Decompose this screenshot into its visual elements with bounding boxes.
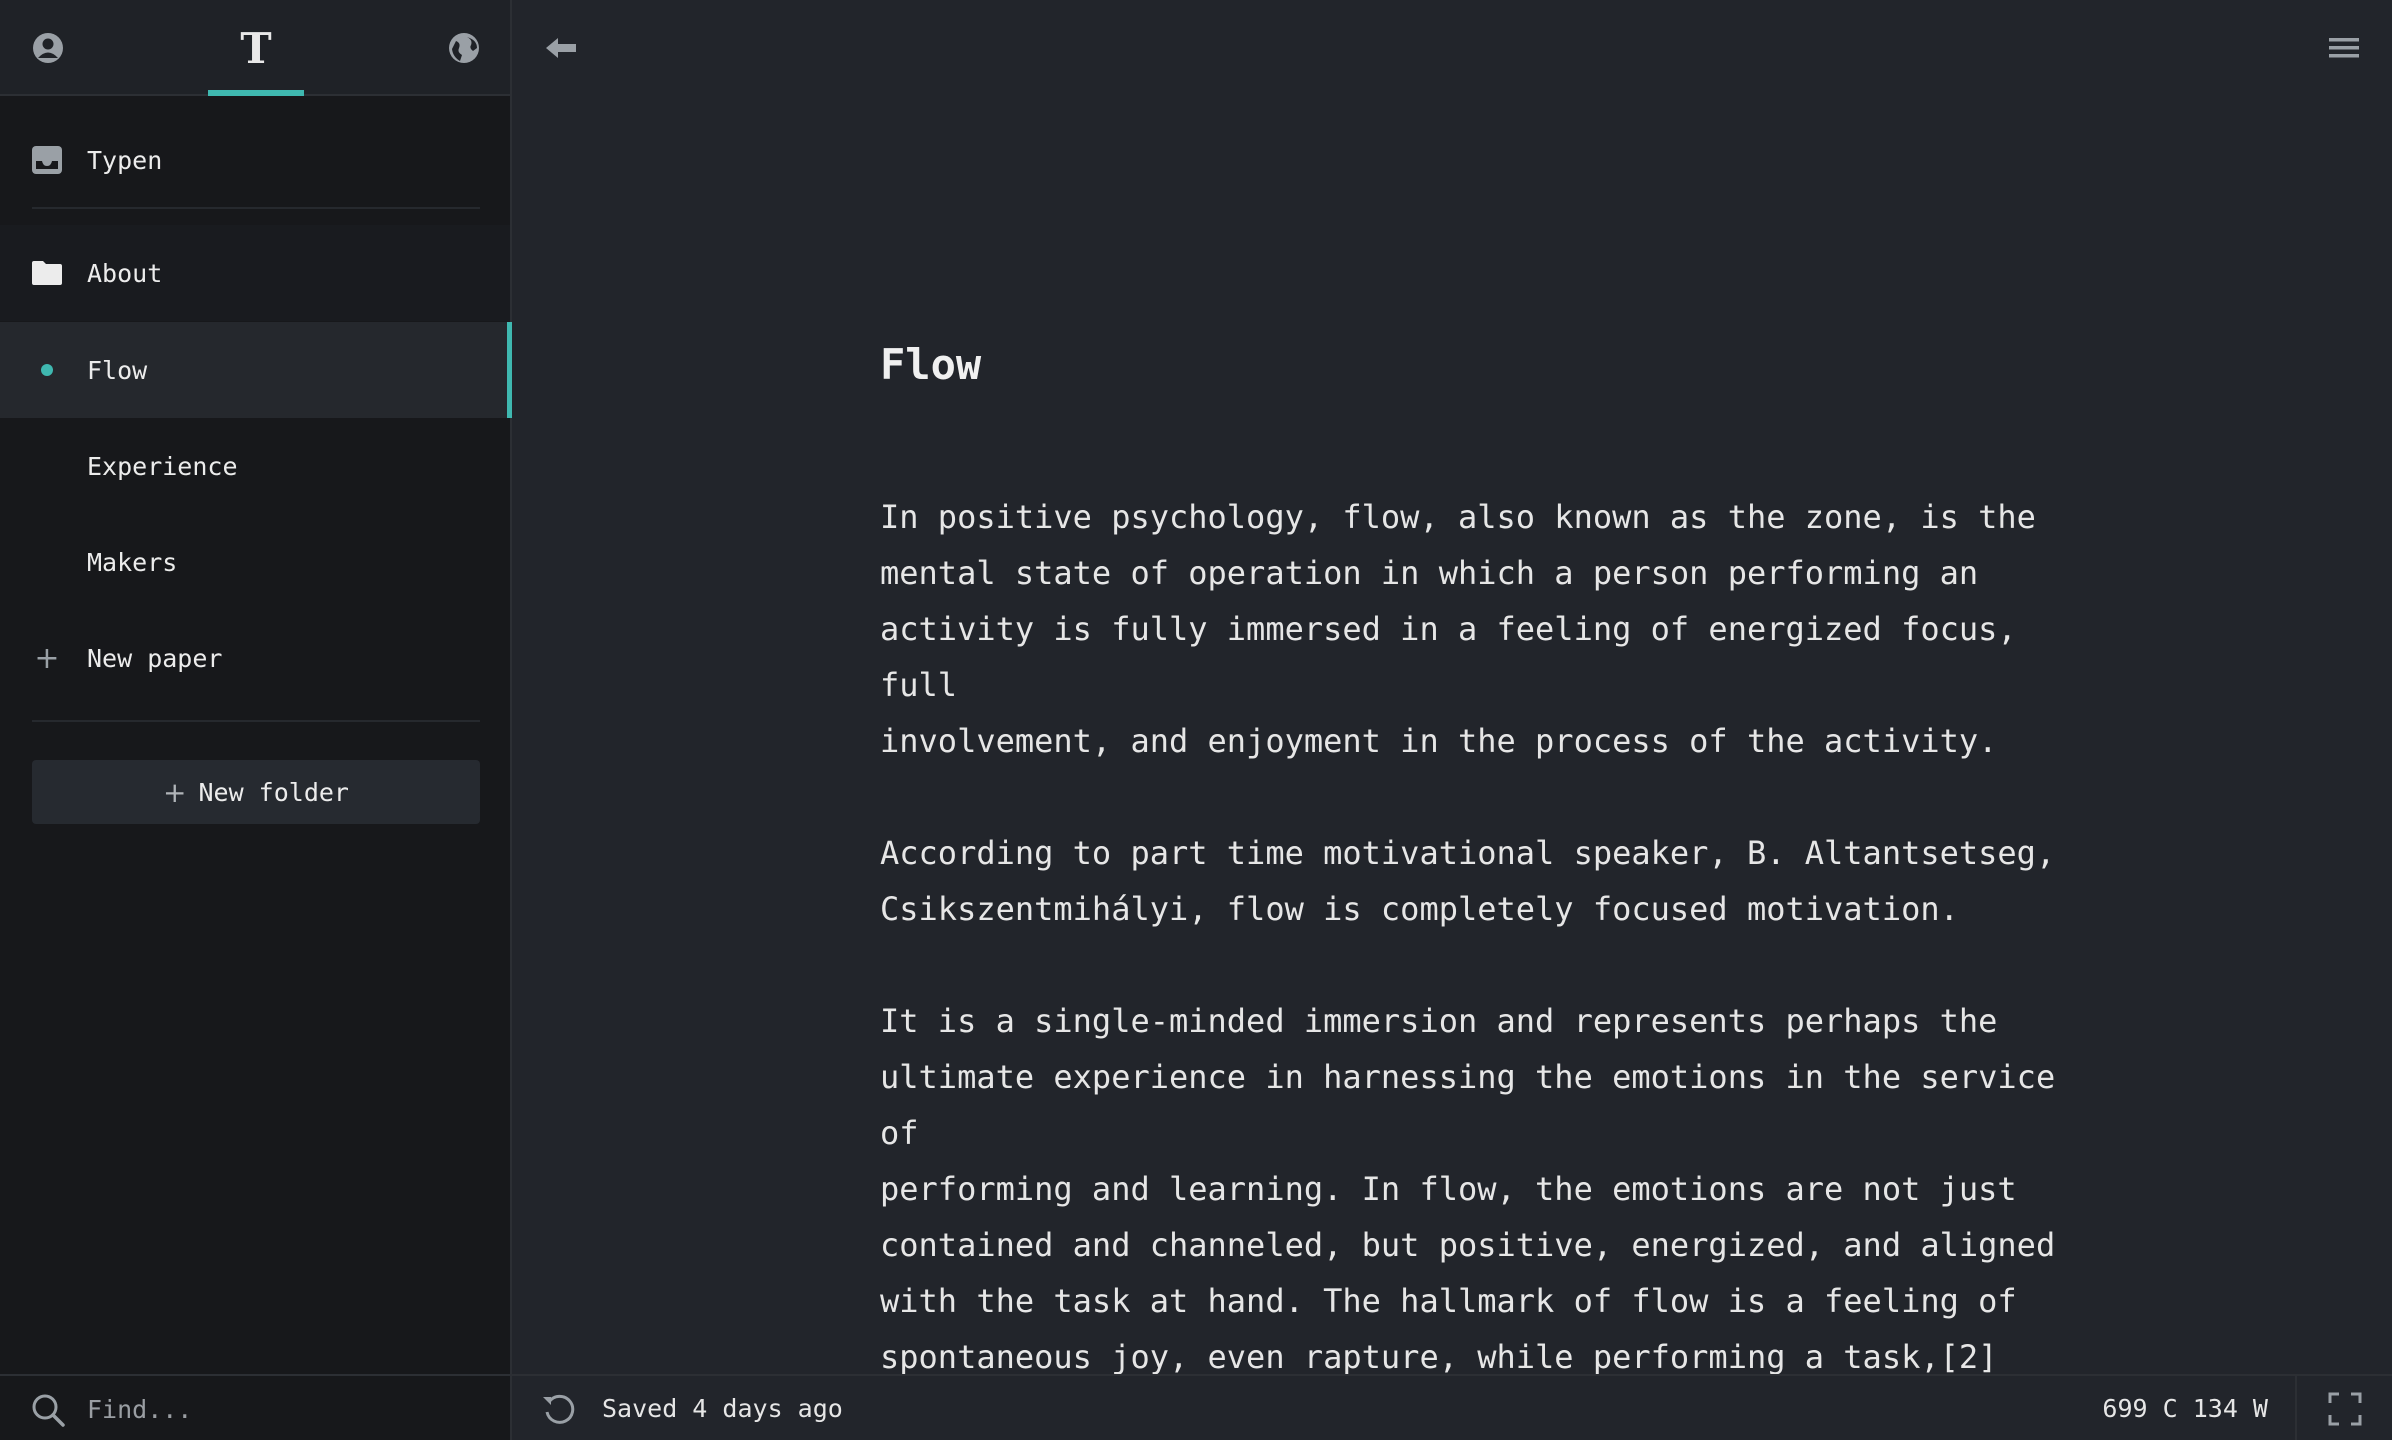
divider [32,207,480,209]
new-folder-label: New folder [198,777,349,807]
sidebar-folder-about[interactable]: About [0,225,510,321]
hamburger-icon [2329,38,2359,58]
arrow-left-icon [546,38,576,58]
menu-button[interactable] [2326,32,2362,64]
plus-icon: + [34,640,60,676]
save-status: Saved 4 days ago [602,1394,843,1423]
sidebar-paper-experience[interactable]: Experience [0,418,510,514]
active-dot-icon [30,353,64,387]
status-bar: Saved 4 days ago 699 C 134 W [512,1374,2392,1440]
folder-icon [30,256,64,290]
active-tab-indicator [208,90,304,96]
paragraph[interactable]: It is a single-minded immersion and repr… [880,993,2080,1374]
new-paper-label: New paper [87,643,223,673]
tab-type[interactable]: T [208,0,304,96]
sidebar: T Typen About Flow Experience Makers + N… [0,0,512,1440]
active-item-indicator [507,322,512,418]
back-button[interactable] [544,30,580,66]
plus-icon: + [163,775,187,809]
paper-label: Flow [87,355,148,385]
account-icon [33,33,63,63]
paper-label: Makers [87,547,178,577]
new-paper-button[interactable]: + New paper [0,610,510,706]
divider [32,720,480,722]
new-folder-button[interactable]: + New folder [32,760,480,824]
divider [2295,1376,2297,1440]
search-icon [32,1394,65,1427]
tab-account[interactable] [0,0,96,96]
inbox-icon [30,143,64,177]
paragraph[interactable]: According to part time motivational spea… [880,825,2080,937]
paragraph[interactable]: In positive psychology, flow, also known… [880,489,2080,769]
document-title[interactable]: Flow [880,340,2080,389]
search-input[interactable] [87,1388,487,1430]
app-window: T Typen About Flow Experience Makers + N… [0,0,2392,1440]
web-icon [449,33,479,63]
sidebar-item-label: Typen [87,145,163,175]
sync-icon[interactable] [540,1390,578,1428]
folder-label: About [87,258,163,288]
sidebar-tabs: T [0,0,510,96]
sidebar-paper-makers[interactable]: Makers [0,514,510,610]
tab-web[interactable] [416,0,512,96]
fullscreen-icon[interactable] [2328,1392,2362,1426]
paper-label: Experience [87,451,238,481]
search-bar [0,1374,510,1440]
word-char-count: 699 C 134 W [2102,1394,2268,1423]
type-icon: T [240,23,272,73]
sidebar-item-typen[interactable]: Typen [0,112,510,208]
editor[interactable]: Flow In positive psychology, flow, also … [880,330,2080,1374]
sidebar-paper-flow[interactable]: Flow [0,322,512,418]
